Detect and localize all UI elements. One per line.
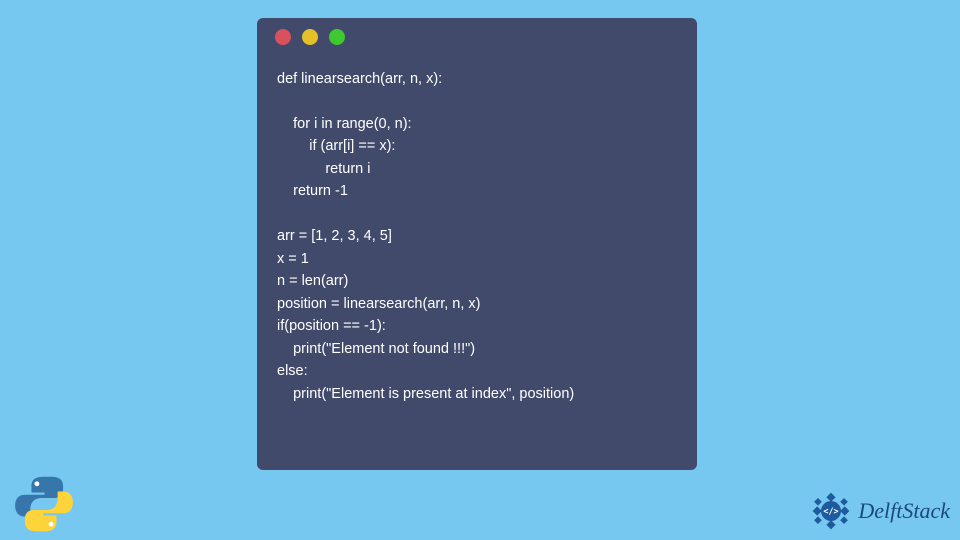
window-titlebar bbox=[257, 18, 697, 56]
code-line: else: bbox=[277, 363, 308, 379]
code-line: print("Element not found !!!") bbox=[277, 341, 475, 357]
delftstack-brand-name: DelftStack bbox=[858, 498, 950, 524]
code-window: def linearsearch(arr, n, x): for i in ra… bbox=[257, 18, 697, 470]
maximize-icon[interactable] bbox=[329, 29, 345, 45]
python-logo-icon bbox=[14, 474, 74, 534]
code-line: if(position == -1): bbox=[277, 318, 386, 334]
code-line: n = len(arr) bbox=[277, 273, 348, 289]
code-line: print("Element is present at index", pos… bbox=[277, 386, 574, 402]
code-line: arr = [1, 2, 3, 4, 5] bbox=[277, 228, 392, 244]
code-snippet: def linearsearch(arr, n, x): for i in ra… bbox=[257, 56, 697, 425]
code-line: if (arr[i] == x): bbox=[277, 138, 395, 154]
close-icon[interactable] bbox=[275, 29, 291, 45]
code-line: for i in range(0, n): bbox=[277, 116, 412, 132]
code-line: return i bbox=[277, 161, 370, 177]
code-line: return -1 bbox=[277, 183, 348, 199]
delftstack-logo: </> DelftStack bbox=[808, 488, 950, 534]
svg-text:</>: </> bbox=[824, 506, 839, 516]
code-line: def linearsearch(arr, n, x): bbox=[277, 71, 442, 87]
delftstack-logo-icon: </> bbox=[808, 488, 854, 534]
minimize-icon[interactable] bbox=[302, 29, 318, 45]
code-line: x = 1 bbox=[277, 251, 309, 267]
code-line: position = linearsearch(arr, n, x) bbox=[277, 296, 481, 312]
